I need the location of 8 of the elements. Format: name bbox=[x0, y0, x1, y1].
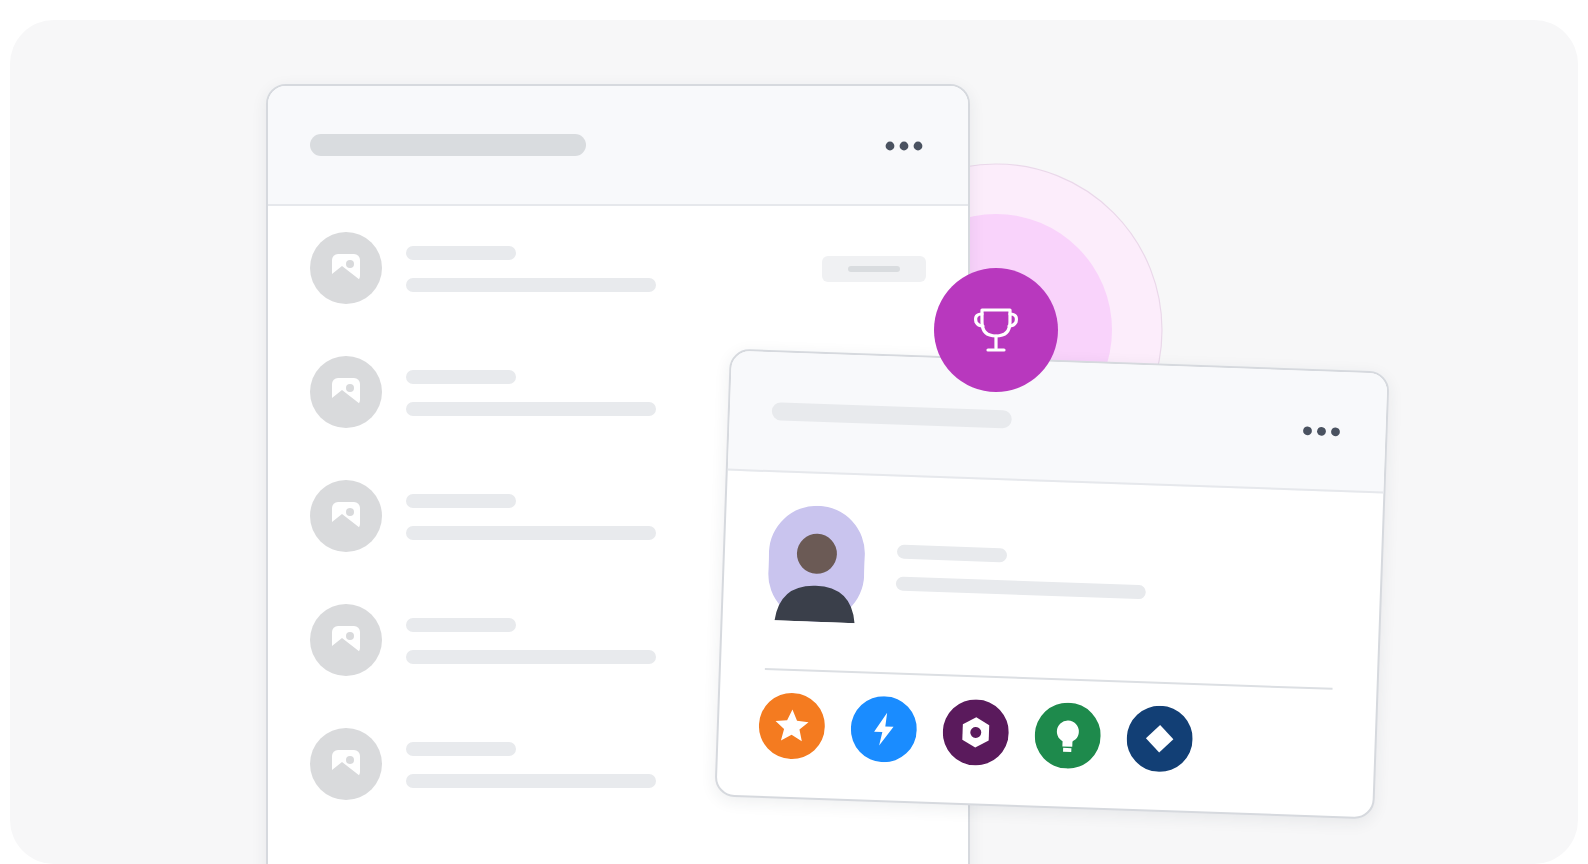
image-placeholder-icon bbox=[310, 604, 382, 676]
more-icon[interactable] bbox=[1301, 423, 1342, 437]
image-placeholder-icon bbox=[310, 480, 382, 552]
image-placeholder-icon bbox=[310, 232, 382, 304]
avatar-silhouette bbox=[766, 504, 867, 624]
image-placeholder-icon bbox=[310, 356, 382, 428]
more-icon[interactable] bbox=[884, 139, 924, 151]
image-placeholder-icon bbox=[310, 728, 382, 800]
